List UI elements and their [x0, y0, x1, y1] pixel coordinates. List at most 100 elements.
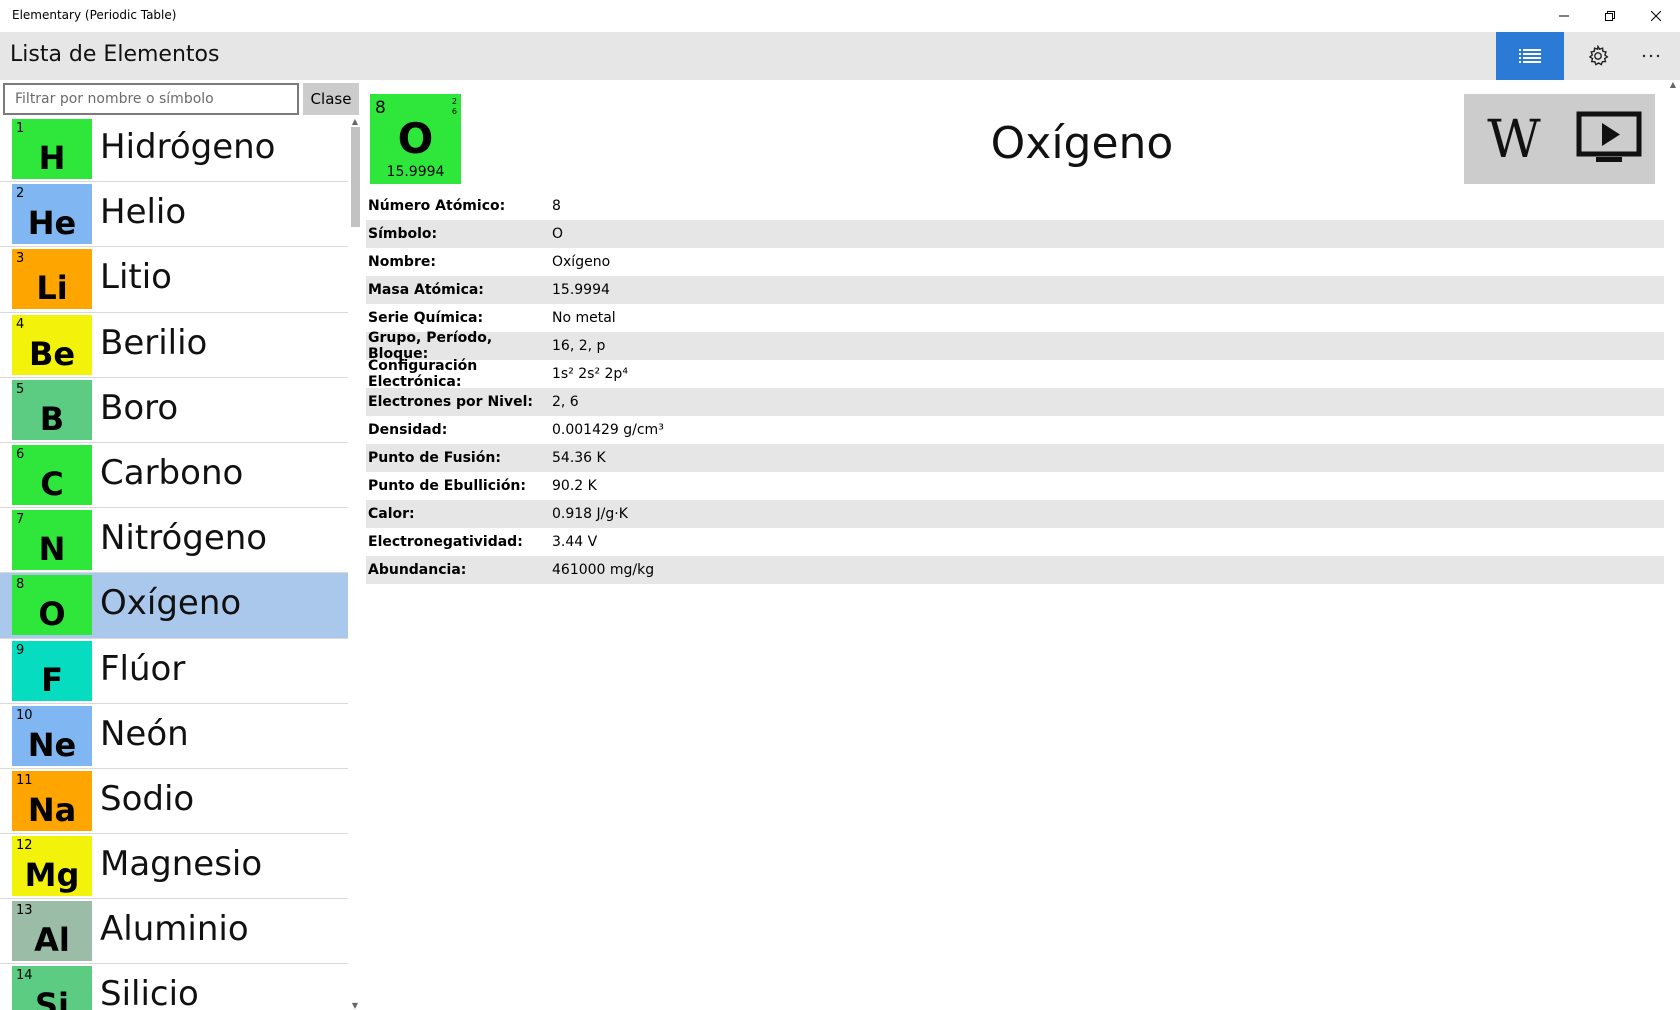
list-item[interactable]: 8 O Oxígeno: [0, 573, 348, 639]
properties-table: Número Atómico: 8 Símbolo: O Nombre: Oxígeno M…: [366, 192, 1664, 584]
element-number: 6: [16, 446, 25, 462]
close-button[interactable]: [1633, 0, 1679, 32]
scroll-up-arrow[interactable]: ▲: [348, 117, 362, 126]
element-tile-small: 14 Si: [12, 966, 92, 1010]
list-item[interactable]: 4 Be Berilio: [0, 312, 348, 378]
element-number: 5: [16, 381, 25, 397]
list-item[interactable]: 9 F Flúor: [0, 638, 348, 704]
property-label: Punto de Ebullición:: [368, 478, 526, 494]
app-header: Lista de Elementos: [0, 32, 1680, 80]
element-number: 1: [16, 121, 25, 136]
list-item[interactable]: 13 Al Aluminio: [0, 899, 348, 965]
element-name: Carbono: [100, 452, 244, 493]
detail-scroll-up-arrow[interactable]: ▲: [1666, 80, 1680, 89]
property-value: No metal: [552, 310, 616, 326]
element-symbol: F: [41, 660, 63, 699]
list-item[interactable]: 3 Li Litio: [0, 247, 348, 313]
list-item[interactable]: 10 Ne Neón: [0, 703, 348, 769]
list-icon: [1519, 49, 1541, 63]
close-icon: [1651, 11, 1661, 21]
table-row: Electrones por Nivel: 2, 6: [366, 388, 1664, 416]
element-symbol: B: [39, 399, 65, 438]
property-label: Densidad:: [368, 422, 448, 438]
element-name: Aluminio: [100, 909, 249, 950]
video-button[interactable]: [1562, 94, 1655, 184]
scroll-down-arrow[interactable]: ▼: [348, 1001, 362, 1010]
element-tile-small: 3 Li: [12, 249, 92, 310]
list-scrollbar[interactable]: ▲ ▼: [348, 117, 362, 1010]
scroll-thumb[interactable]: [351, 127, 360, 227]
property-label: Electrones por Nivel:: [368, 394, 533, 410]
more-icon: [1642, 54, 1660, 58]
list-item[interactable]: 6 C Carbono: [0, 442, 348, 509]
element-tile-small: 12 Mg: [12, 836, 92, 897]
element-symbol: H: [38, 139, 66, 177]
element-number: 4: [16, 316, 25, 332]
property-value: O: [552, 226, 564, 242]
tile-symbol: O: [397, 114, 434, 163]
table-row: Electronegatividad: 3.44 V: [366, 528, 1664, 556]
property-value: 1s² 2s² 2p⁴: [552, 366, 628, 382]
element-tile-small: 4 Be: [12, 314, 92, 375]
table-row: Grupo, Período, Bloque: 16, 2, p: [366, 330, 1664, 362]
page-title: Lista de Elementos: [10, 42, 220, 67]
window-title: Elementary (Periodic Table): [12, 8, 177, 22]
list-item[interactable]: 11 Na Sodio: [0, 768, 348, 835]
element-symbol: O: [38, 595, 66, 634]
list-item[interactable]: 1 H Hidrógeno: [0, 117, 348, 183]
table-row: Punto de Fusión: 54.36 K: [366, 444, 1664, 472]
element-name: Oxígeno: [100, 583, 242, 624]
element-symbol: Si: [34, 986, 69, 1010]
list-item[interactable]: 12 Mg Magnesio: [0, 834, 348, 900]
element-tile-small: 10 Ne: [12, 705, 92, 766]
element-symbol: N: [38, 530, 66, 569]
minimize-button[interactable]: [1541, 0, 1587, 32]
element-number: 13: [16, 903, 33, 919]
element-list[interactable]: 1 H Hidrógeno 2 He Helio 3 Li Litio 4 Be Berilio 5 B B…: [0, 117, 348, 1010]
table-row: Nombre: Oxígeno: [366, 248, 1664, 276]
element-tile-small: 5B: [12, 379, 92, 440]
list-item[interactable]: 14 Si Silicio: [0, 964, 348, 1010]
element-detail-pane: 8 2 6 O 15.9994 Oxígeno W Número Atómico…: [362, 80, 1680, 1010]
element-symbol: Mg: [24, 856, 80, 895]
list-view-button[interactable]: [1496, 32, 1564, 80]
filter-input[interactable]: [3, 83, 299, 115]
wikipedia-button[interactable]: W: [1464, 94, 1563, 184]
property-value: 15.9994: [552, 282, 610, 298]
minimize-icon: [1559, 15, 1569, 17]
property-label: Abundancia:: [368, 562, 467, 578]
element-tile-small: 11 Na: [12, 770, 92, 831]
element-number: 8: [16, 577, 25, 593]
table-row: Número Atómico: 8: [366, 192, 1664, 220]
list-item[interactable]: 7 N Nitrógeno: [0, 508, 348, 574]
property-value: 461000 mg/kg: [552, 562, 655, 578]
property-label: Número Atómico:: [368, 198, 506, 214]
list-item[interactable]: 5 B Boro: [0, 377, 348, 443]
detail-scrollbar[interactable]: ▲: [1666, 80, 1680, 1010]
element-number: 11: [16, 772, 33, 788]
property-value: 16, 2, p: [552, 338, 606, 354]
element-name: Magnesio: [100, 844, 263, 885]
restore-button[interactable]: [1587, 0, 1633, 32]
list-item[interactable]: 2 He Helio: [0, 182, 348, 248]
tile-mass: 15.9994: [386, 164, 445, 180]
property-label: Electronegatividad:: [368, 534, 523, 550]
element-name: Hidrógeno: [100, 127, 276, 167]
property-value: 8: [552, 198, 561, 214]
element-name: Flúor: [100, 648, 186, 689]
element-tile-small: 9F: [12, 640, 92, 701]
more-button[interactable]: [1622, 32, 1680, 80]
tile-shell-1: 2: [451, 97, 457, 106]
property-value: 3.44 V: [552, 534, 598, 550]
element-number: 12: [16, 838, 33, 854]
element-name: Boro: [100, 387, 179, 428]
table-row: Punto de Ebullición: 90.2 K: [366, 472, 1664, 500]
element-tile-small: 7N: [12, 510, 92, 571]
property-value: 2, 6: [552, 394, 579, 410]
clase-button[interactable]: Clase: [303, 83, 359, 115]
property-value: 0.001429 g/cm³: [552, 422, 664, 438]
element-number: 2: [16, 186, 25, 202]
element-number: 10: [16, 707, 33, 723]
element-list-pane: Clase 1H Hidrógeno 2HeHelio3LiLitio4BeBeri…: [0, 80, 362, 1010]
element-name: Nitrógeno: [100, 518, 268, 559]
